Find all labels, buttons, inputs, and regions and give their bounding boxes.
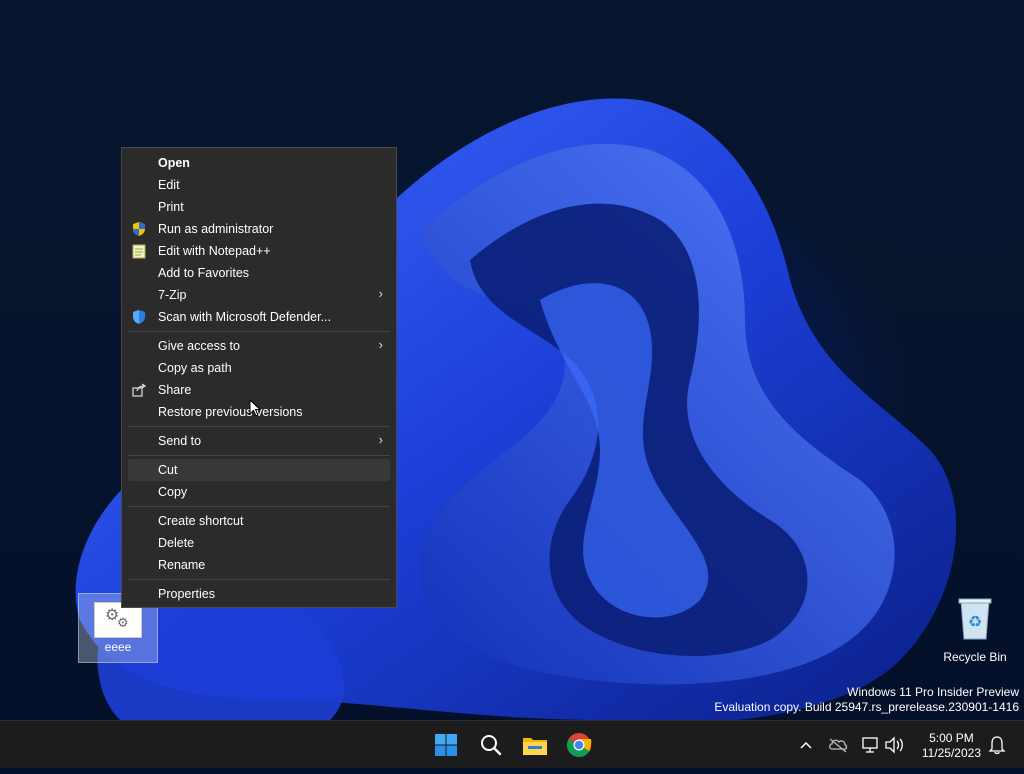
windows-watermark: Windows 11 Pro Insider Preview Evaluatio… <box>714 685 1019 715</box>
menu-item-share-label: Share <box>158 383 192 397</box>
context-menu: Open Edit Print Run as administrator Edi… <box>121 147 397 608</box>
menu-item-print-label: Print <box>158 200 184 214</box>
start-button[interactable] <box>430 729 462 761</box>
file-explorer-icon <box>523 738 547 755</box>
menu-item-edit-notepadpp[interactable]: Edit with Notepad++ <box>128 240 390 262</box>
taskbar: 5:00 PM 11/25/2023 <box>0 720 1024 768</box>
taskbar-clock[interactable]: 5:00 PM 11/25/2023 <box>922 731 981 761</box>
menu-item-rename[interactable]: Rename <box>128 554 390 576</box>
clock-date: 11/25/2023 <box>921 746 981 760</box>
share-icon <box>132 383 147 397</box>
start-icon <box>435 734 457 756</box>
menu-item-properties[interactable]: Properties <box>128 583 390 605</box>
menu-item-give-access[interactable]: Give access to › <box>128 335 390 357</box>
menu-item-share[interactable]: Share <box>128 379 390 401</box>
menu-item-copy-label: Copy <box>158 485 188 499</box>
menu-item-give-access-label: Give access to <box>158 339 240 353</box>
cloud-off-icon <box>829 738 848 753</box>
desktop-file-label: eeee <box>104 640 132 654</box>
volume-icon <box>885 736 903 754</box>
chevron-up-icon <box>800 741 812 749</box>
menu-item-scan-defender[interactable]: Scan with Microsoft Defender... <box>128 306 390 328</box>
menu-item-delete-label: Delete <box>158 536 195 550</box>
menu-separator <box>128 426 390 427</box>
menu-item-cut-label: Cut <box>158 463 178 477</box>
menu-item-send-to[interactable]: Send to › <box>128 430 390 452</box>
network-icon <box>862 737 878 753</box>
menu-item-delete[interactable]: Delete <box>128 532 390 554</box>
chrome-button[interactable] <box>563 729 595 761</box>
menu-separator <box>128 331 390 332</box>
chevron-right-icon: › <box>378 337 383 352</box>
search-button[interactable] <box>475 729 507 761</box>
clock-time: 5:00 PM <box>929 731 974 745</box>
chevron-right-icon: › <box>378 286 383 301</box>
menu-item-edit[interactable]: Edit <box>128 174 390 196</box>
network-status[interactable] <box>858 721 882 769</box>
watermark-build: Evaluation copy. Build 25947.rs_prerelea… <box>714 700 1019 714</box>
recycle-bin-label: Recycle Bin <box>943 650 1007 664</box>
recycle-bin-icon: ♻ <box>958 598 992 640</box>
menu-item-scan-defender-label: Scan with Microsoft Defender... <box>158 310 331 324</box>
onedrive-status[interactable] <box>826 721 850 769</box>
mouse-cursor-icon <box>249 399 261 417</box>
menu-item-rename-label: Rename <box>158 558 206 572</box>
menu-item-print[interactable]: Print <box>128 196 390 218</box>
notification-bell-icon <box>988 736 1006 755</box>
menu-item-add-favorites[interactable]: Add to Favorites <box>128 262 390 284</box>
notepadpp-icon <box>132 244 146 259</box>
menu-item-add-favorites-label: Add to Favorites <box>158 266 250 280</box>
menu-item-cut[interactable]: Cut <box>128 459 390 481</box>
chevron-right-icon: › <box>378 432 383 447</box>
menu-item-open-label: Open <box>158 156 190 170</box>
notifications-button[interactable] <box>986 721 1008 769</box>
volume-control[interactable] <box>882 721 906 769</box>
menu-item-edit-label: Edit <box>158 178 180 192</box>
menu-item-run-as-admin-label: Run as administrator <box>158 222 274 236</box>
uac-shield-icon <box>133 222 145 236</box>
show-hidden-icons-button[interactable] <box>796 721 816 769</box>
menu-item-send-to-label: Send to <box>158 434 202 448</box>
menu-item-7zip-label: 7-Zip <box>158 288 187 302</box>
menu-item-properties-label: Properties <box>158 587 215 601</box>
menu-item-open[interactable]: Open <box>128 152 390 174</box>
desktop-recycle-bin[interactable]: ♻ Recycle Bin <box>936 597 1014 664</box>
menu-item-create-shortcut[interactable]: Create shortcut <box>128 510 390 532</box>
menu-item-edit-notepadpp-label: Edit with Notepad++ <box>158 244 271 258</box>
menu-separator <box>128 506 390 507</box>
chrome-icon <box>567 733 592 758</box>
menu-item-copy-as-path-label: Copy as path <box>158 361 232 375</box>
menu-item-run-as-admin[interactable]: Run as administrator <box>128 218 390 240</box>
svg-text:♻: ♻ <box>968 612 982 631</box>
menu-item-restore-previous-label: Restore previous versions <box>158 405 303 419</box>
watermark-edition: Windows 11 Pro Insider Preview <box>847 685 1019 699</box>
menu-item-7zip[interactable]: 7-Zip › <box>128 284 390 306</box>
menu-item-copy-as-path[interactable]: Copy as path <box>128 357 390 379</box>
menu-item-create-shortcut-label: Create shortcut <box>158 514 244 528</box>
file-explorer-button[interactable] <box>519 729 551 761</box>
menu-separator <box>128 579 390 580</box>
menu-separator <box>128 455 390 456</box>
search-icon <box>481 735 502 756</box>
defender-shield-icon <box>133 310 145 324</box>
menu-item-copy[interactable]: Copy <box>128 481 390 503</box>
